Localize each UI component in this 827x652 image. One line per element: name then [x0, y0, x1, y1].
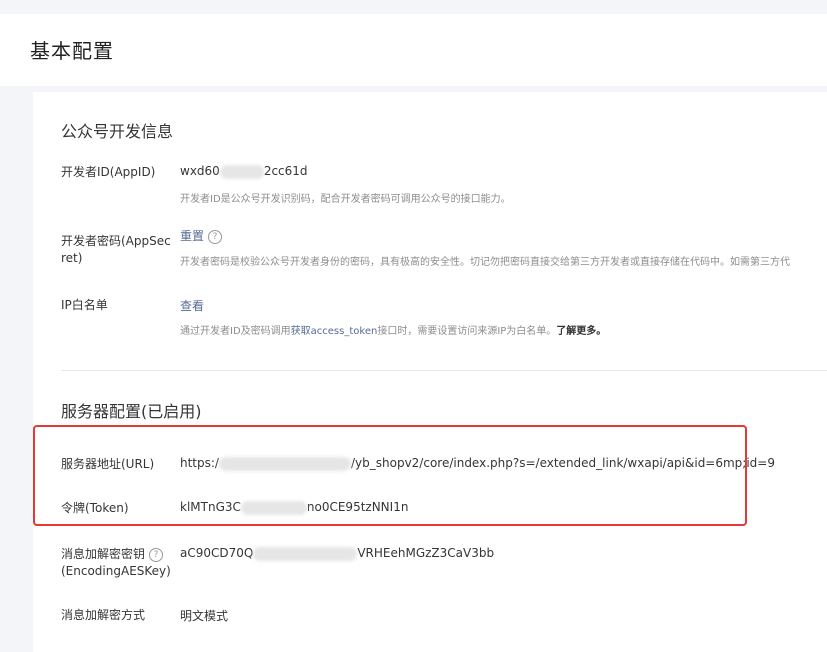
ip-desc-prefix: 通过开发者ID及密码调用 — [180, 326, 291, 337]
appid-value-end: 2cc61d — [263, 164, 308, 178]
token-value-end: no0CE95tzNNI1n — [306, 500, 409, 514]
aeskey-help-icon[interactable]: ? — [149, 547, 164, 562]
server-url-label: 服务器地址(URL) — [61, 457, 155, 471]
appsecret-label-line2: ret) — [61, 251, 83, 265]
server-config-section-title: 服务器配置(已启用) — [61, 402, 202, 421]
appsecret-label: 开发者密码(AppSec ret) — [61, 233, 171, 267]
server-url-end: /yb_shopv2/core/index.php?s=/extended_li… — [350, 456, 775, 470]
aeskey-label-line2: (EncodingAESKey) — [61, 564, 171, 578]
ip-desc-mid: 接口时，需要设置访问来源IP为白名单。 — [377, 326, 557, 337]
help-icon[interactable]: ? — [208, 229, 223, 244]
view-whitelist-link[interactable]: 查看 — [180, 299, 204, 313]
access-token-link[interactable]: 获取access_token — [291, 326, 378, 337]
encrypt-mode-label: 消息加解密方式 — [61, 608, 146, 622]
server-url-start: https:/ — [180, 456, 219, 470]
appid-value: wxd60 2cc61d — [180, 164, 308, 179]
token-label: 令牌(Token) — [61, 501, 129, 515]
appid-redaction — [219, 164, 264, 179]
learn-more-link[interactable]: 了解更多。 — [556, 326, 606, 337]
ip-whitelist-actions: 查看 — [180, 297, 204, 314]
page-title: 基本配置 — [30, 39, 114, 63]
appsecret-description: 开发者密码是校验公众号开发者身份的密码，具有极高的安全性。切记勿把密码直接交给第… — [180, 257, 790, 268]
server-url-value: https:/ /yb_shopv2/core/index.php?s=/exte… — [180, 456, 775, 471]
aeskey-label-line1: 消息加解密密钥 — [61, 547, 146, 561]
aeskey-redaction — [253, 546, 358, 561]
token-value: klMTnG3C no0CE95tzNNI1n — [180, 500, 408, 515]
encrypt-mode-value: 明文模式 — [180, 609, 229, 623]
aeskey-value: aC90CD70Q VRHEehMGzZ3CaV3bb — [180, 546, 494, 561]
section-divider — [61, 370, 827, 371]
reset-secret-link[interactable]: 重置 — [180, 229, 204, 243]
aeskey-value-end: VRHEehMGzZ3CaV3bb — [357, 546, 495, 560]
token-value-start: klMTnG3C — [180, 500, 241, 514]
token-redaction — [240, 500, 307, 515]
appid-description: 开发者ID是公众号开发识别码，配合开发者密码可调用公众号的接口能力。 — [180, 194, 511, 205]
appsecret-actions: 重置? — [180, 227, 223, 244]
ip-whitelist-description: 通过开发者ID及密码调用获取access_token接口时，需要设置访问来源IP… — [180, 322, 606, 337]
top-strip — [0, 0, 827, 14]
aeskey-value-start: aC90CD70Q — [180, 546, 254, 560]
appid-label: 开发者ID(AppID) — [61, 165, 156, 179]
ip-whitelist-label: IP白名单 — [61, 298, 108, 312]
server-url-redaction — [218, 456, 351, 471]
dev-info-section-title: 公众号开发信息 — [61, 122, 174, 141]
appsecret-label-line1: 开发者密码(AppSec — [61, 234, 171, 248]
aeskey-label: 消息加解密密钥? (EncodingAESKey) — [61, 546, 171, 580]
appid-value-start: wxd60 — [180, 164, 220, 178]
page-header — [0, 14, 827, 86]
